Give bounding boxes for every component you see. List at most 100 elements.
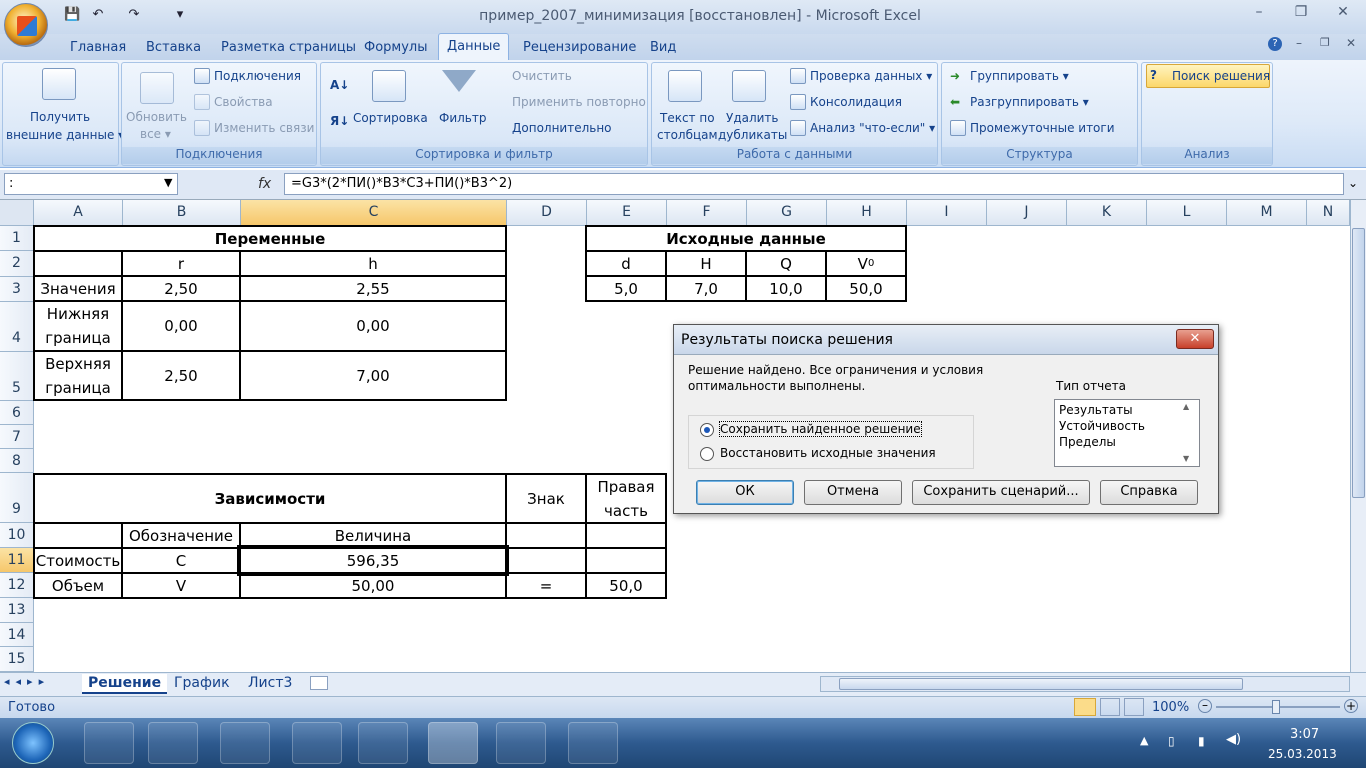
ungroup-icon[interactable]: ⬅ bbox=[950, 95, 960, 109]
remove-duplicates-icon[interactable] bbox=[732, 70, 766, 102]
col-header-g[interactable]: G bbox=[747, 200, 827, 226]
Q-header[interactable]: Q bbox=[745, 250, 827, 277]
col-header-b[interactable]: B bbox=[123, 200, 241, 226]
tab-home[interactable]: Главная bbox=[62, 38, 134, 60]
row-header-2[interactable]: 2 bbox=[0, 251, 34, 277]
col-header-c[interactable]: C bbox=[241, 200, 507, 226]
refresh-label-1[interactable]: Обновить bbox=[126, 110, 187, 124]
save-icon[interactable]: 💾 bbox=[64, 7, 80, 23]
text-to-columns-label-1[interactable]: Текст по bbox=[660, 111, 715, 125]
report-item-limits[interactable]: Пределы bbox=[1059, 435, 1116, 449]
col-header-m[interactable]: M bbox=[1227, 200, 1307, 226]
tab-data[interactable]: Данные bbox=[438, 33, 510, 60]
minimize-button[interactable]: – bbox=[1244, 4, 1274, 24]
connections-button[interactable]: Подключения bbox=[214, 69, 301, 83]
col-header-d[interactable]: D bbox=[507, 200, 587, 226]
h-value[interactable]: 2,55 bbox=[239, 275, 507, 302]
tab-review[interactable]: Рецензирование bbox=[515, 38, 644, 60]
select-all-corner[interactable] bbox=[0, 200, 34, 226]
row-header-4[interactable]: 4 bbox=[0, 302, 34, 352]
clear-button[interactable]: Очистить bbox=[512, 69, 572, 83]
name-box[interactable]: : bbox=[4, 173, 178, 195]
volume-value[interactable]: 50,00 bbox=[239, 572, 507, 599]
row-header-12[interactable]: 12 bbox=[0, 573, 34, 598]
redo-icon[interactable]: ↷ bbox=[126, 7, 142, 23]
customize-qat-icon[interactable]: ▾ bbox=[172, 7, 188, 23]
volume-right[interactable]: 50,0 bbox=[585, 572, 667, 599]
cost-symbol[interactable]: C bbox=[121, 547, 241, 574]
d-value[interactable]: 5,0 bbox=[585, 275, 667, 302]
subtotal-button[interactable]: Промежуточные итоги bbox=[970, 121, 1115, 135]
col-header-l[interactable]: L bbox=[1147, 200, 1227, 226]
ribbon-restore-icon[interactable]: ❐ bbox=[1320, 36, 1330, 49]
col-header-n[interactable]: N bbox=[1307, 200, 1350, 226]
data-validation-icon[interactable] bbox=[790, 68, 806, 84]
tab-formulas[interactable]: Формулы bbox=[356, 38, 435, 60]
tray-expand-icon[interactable]: ▲ bbox=[1140, 734, 1148, 747]
tray-volume-icon[interactable]: ◀) bbox=[1226, 732, 1241, 747]
get-external-label-1[interactable]: Получить bbox=[30, 110, 90, 124]
zoom-slider-thumb[interactable] bbox=[1272, 700, 1280, 714]
reapply-button[interactable]: Применить повторно bbox=[512, 95, 646, 109]
keep-solution-label[interactable]: Сохранить найденное решение bbox=[719, 421, 922, 437]
filter-button[interactable]: Фильтр bbox=[439, 111, 486, 125]
col-header-a[interactable]: A bbox=[34, 200, 123, 226]
sort-icon[interactable] bbox=[372, 70, 406, 102]
V0-header[interactable]: V0 bbox=[825, 250, 907, 277]
start-button[interactable] bbox=[12, 722, 54, 764]
expand-formula-icon[interactable]: ⌄ bbox=[1348, 176, 1358, 190]
ungroup-button[interactable]: Разгруппировать ▾ bbox=[970, 95, 1089, 109]
close-button[interactable]: ✕ bbox=[1328, 4, 1358, 24]
help-icon[interactable]: ? bbox=[1268, 37, 1282, 51]
what-if-button[interactable]: Анализ "что-если" ▾ bbox=[810, 121, 935, 135]
undo-icon[interactable]: ↶ bbox=[90, 7, 106, 23]
cost-value-selected[interactable]: 596,35 bbox=[237, 545, 509, 576]
clock-date[interactable]: 25.03.2013 bbox=[1268, 747, 1337, 761]
zoom-in-icon[interactable]: + bbox=[1344, 699, 1358, 713]
save-scenario-button[interactable]: Сохранить сценарий... bbox=[912, 480, 1090, 505]
vertical-scroll-thumb[interactable] bbox=[1352, 228, 1365, 498]
zoom-level[interactable]: 100% bbox=[1152, 700, 1189, 715]
cell-a2[interactable] bbox=[33, 250, 123, 277]
group-icon[interactable]: ➜ bbox=[950, 69, 960, 83]
r-upper[interactable]: 2,50 bbox=[121, 350, 241, 401]
volume-sign[interactable]: = bbox=[505, 572, 587, 599]
formula-input[interactable]: =G3*(2*ПИ()*B3*C3+ПИ()*B3^2) bbox=[284, 173, 1344, 195]
ribbon-close-icon[interactable]: ✕ bbox=[1346, 36, 1356, 50]
keep-solution-radio[interactable] bbox=[700, 423, 714, 437]
sheet-tab-graph[interactable]: График bbox=[168, 674, 236, 694]
V0-value[interactable]: 50,0 bbox=[825, 275, 907, 302]
taskbar-ie-icon[interactable] bbox=[292, 722, 342, 764]
connections-icon[interactable] bbox=[194, 68, 210, 84]
remove-duplicates-label-2[interactable]: дубликаты bbox=[718, 128, 787, 142]
name-box-dropdown-icon[interactable]: ▼ bbox=[164, 176, 172, 189]
values-label[interactable]: Значения bbox=[33, 275, 123, 302]
row-header-10[interactable]: 10 bbox=[0, 523, 34, 548]
col-header-f[interactable]: F bbox=[667, 200, 747, 226]
h-lower[interactable]: 0,00 bbox=[239, 300, 507, 352]
col-header-h[interactable]: H bbox=[827, 200, 907, 226]
subtotal-icon[interactable] bbox=[950, 120, 966, 136]
ok-button[interactable]: ОК bbox=[696, 480, 794, 505]
row-header-11[interactable]: 11 bbox=[0, 548, 34, 573]
cell-e11[interactable] bbox=[585, 547, 667, 574]
advanced-button[interactable]: Дополнительно bbox=[512, 121, 612, 135]
vertical-scrollbar-track[interactable] bbox=[1350, 200, 1366, 672]
properties-icon[interactable] bbox=[194, 94, 210, 110]
col-header-e[interactable]: E bbox=[587, 200, 667, 226]
tray-network-icon[interactable]: ▮ bbox=[1198, 734, 1205, 748]
ribbon-minimize-icon[interactable]: – bbox=[1296, 36, 1302, 50]
remove-duplicates-label-1[interactable]: Удалить bbox=[726, 111, 779, 125]
text-to-columns-label-2[interactable]: столбцам bbox=[657, 128, 718, 142]
H-header[interactable]: H bbox=[665, 250, 747, 277]
row-header-3[interactable]: 3 bbox=[0, 277, 34, 302]
restore-button[interactable]: ❐ bbox=[1286, 4, 1316, 24]
sort-za-icon[interactable]: Я↓ bbox=[330, 114, 349, 128]
row-header-5[interactable]: 5 bbox=[0, 352, 34, 401]
group-button[interactable]: Группировать ▾ bbox=[970, 69, 1069, 83]
help-button[interactable]: Справка bbox=[1100, 480, 1198, 505]
insert-sheet-icon[interactable] bbox=[310, 676, 328, 690]
taskbar-control-panel-icon[interactable] bbox=[84, 722, 134, 764]
var-h-header[interactable]: h bbox=[239, 250, 507, 277]
cell-a10[interactable] bbox=[33, 522, 123, 549]
